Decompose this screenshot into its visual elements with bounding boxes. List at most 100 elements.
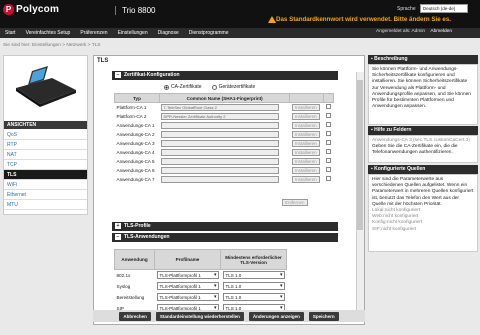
- cert-type: Anwendungs-CA 5: [116, 158, 155, 164]
- warning-icon: [268, 16, 276, 23]
- col-application: Anwendung: [114, 249, 155, 270]
- install-button[interactable]: Installieren: [291, 121, 320, 129]
- cert-common-name-field[interactable]: DPR-Nessler Zertifikate Authority 2: [161, 112, 280, 120]
- tls-apps-table: Anwendung Profilname Mindestens erforder…: [114, 249, 287, 314]
- cert-common-name-field[interactable]: [161, 166, 280, 174]
- app-name: 802.1x: [116, 272, 131, 278]
- sidebar-item-mtu[interactable]: MTU: [4, 200, 87, 210]
- cert-checkbox[interactable]: [325, 167, 331, 172]
- nav-preferences[interactable]: Präferenzen: [75, 30, 112, 36]
- left-sidebar: ANSICHTEN QoS RTP NAT TCP TLS WiFi Ether…: [3, 55, 88, 215]
- cert-common-name-field[interactable]: [161, 157, 280, 165]
- sidebar-item-nat[interactable]: NAT: [4, 150, 87, 160]
- cert-row: Anwendungs-CA 2 Installieren: [115, 130, 334, 139]
- cert-common-name-field[interactable]: [161, 139, 280, 147]
- cert-type-radios: CA-Zertifikate Gerätezertifikate: [164, 84, 255, 90]
- polycom-mark-icon: P: [3, 4, 14, 15]
- nav-utilities[interactable]: Dienstprogramme: [184, 30, 234, 36]
- profile-select[interactable]: TLS-Plattformprofil 1: [156, 293, 219, 301]
- remove-button[interactable]: Entfernen: [282, 199, 308, 206]
- cert-checkbox[interactable]: [325, 140, 331, 145]
- cert-checkbox[interactable]: [325, 149, 331, 154]
- col-check: [323, 93, 334, 103]
- cert-checkbox[interactable]: [325, 113, 331, 118]
- sources-body: Hier sind die Parameterwerte aus verschi…: [368, 174, 478, 252]
- cert-type: Anwendungs-CA 4: [116, 149, 155, 155]
- logout-link[interactable]: Abmelden: [430, 29, 452, 34]
- nav-start[interactable]: Start: [0, 30, 21, 36]
- cert-checkbox[interactable]: [325, 158, 331, 163]
- page-title: TLS: [94, 56, 364, 66]
- cert-common-name-field[interactable]: [161, 175, 280, 183]
- scrollbar-thumb[interactable]: [357, 80, 363, 230]
- cert-type: Anwendungs-CA 7: [116, 176, 155, 182]
- sidebar-item-wifi[interactable]: WiFi: [4, 180, 87, 190]
- sidebar-item-rtp[interactable]: RTP: [4, 140, 87, 150]
- nav-simple-setup[interactable]: Vereinfachtes Setup: [21, 30, 76, 36]
- install-button[interactable]: Installieren: [291, 175, 320, 183]
- action-bar: Abbrechen Standardeinstellung wiederhers…: [93, 310, 365, 322]
- tls-profiles-header[interactable]: + TLS-Profile: [112, 222, 338, 231]
- tls-version-select[interactable]: TLS 1.0: [222, 271, 285, 280]
- tls-version-select[interactable]: TLS 1.0: [222, 282, 285, 290]
- cert-type: Anwendungs-CA 1: [116, 122, 155, 128]
- profile-select[interactable]: TLS-Plattformprofil 1: [156, 271, 219, 280]
- profile-select[interactable]: TLS-Plattformprofil 1: [156, 282, 219, 290]
- cancel-button[interactable]: Abbrechen: [119, 311, 151, 321]
- install-button[interactable]: Installieren: [291, 166, 320, 174]
- cert-common-name-field[interactable]: T-TeleSec GlobalRoot Class 2: [161, 103, 280, 111]
- cert-row: Anwendungs-CA 4 Installieren: [115, 148, 334, 157]
- radio-device-certs[interactable]: Gerätezertifikate: [211, 84, 255, 90]
- app-name: Bereitstellung: [116, 294, 145, 300]
- cert-checkbox[interactable]: [325, 131, 331, 136]
- help-field-text: Geben Sie die CA-Zertifikate ein, die di…: [372, 144, 458, 156]
- radio-ca-certs[interactable]: CA-Zertifikate: [164, 84, 202, 90]
- collapse-icon: −: [115, 72, 121, 78]
- cert-row: Anwendungs-CA 5 Installieren: [115, 157, 334, 166]
- radio-selected-icon: [164, 84, 169, 90]
- col-common-name: Common Name (SHA1-Fingerprint): [158, 93, 291, 103]
- cert-checkbox[interactable]: [325, 104, 331, 110]
- install-button[interactable]: Installieren: [291, 139, 320, 147]
- install-button[interactable]: Installieren: [291, 112, 320, 120]
- language-select[interactable]: Deutsch (de-de): [420, 4, 468, 13]
- tls-apps-header[interactable]: − TLS-Anwendungen: [112, 233, 338, 242]
- cert-type: Plattform-CA 1: [116, 104, 147, 110]
- sidebar-item-qos[interactable]: QoS: [4, 130, 87, 140]
- main-panel: TLS − Zertifikat-Konfiguration CA-Zertifi…: [93, 55, 365, 325]
- col-install: [289, 93, 325, 103]
- description-text: Sie können Plattform- und Anwendungs-Sic…: [368, 64, 478, 125]
- nav-settings[interactable]: Einstellungen: [113, 30, 153, 36]
- tls-version-select[interactable]: TLS 1.0: [222, 293, 285, 301]
- restore-defaults-button[interactable]: Standardeinstellung wiederherstellen: [155, 311, 244, 321]
- install-button[interactable]: Installieren: [291, 157, 320, 165]
- cert-common-name-field[interactable]: [161, 121, 280, 129]
- cert-checkbox[interactable]: [325, 176, 331, 181]
- app-name: Syslog: [116, 283, 131, 289]
- install-button[interactable]: Installieren: [291, 103, 320, 111]
- install-button[interactable]: Installieren: [291, 130, 320, 138]
- cert-table: Typ Common Name (SHA1-Fingerprint) Platt…: [114, 93, 334, 184]
- breadcrumb: Sie sind hier: Einstellungen > Netzwerk …: [3, 43, 101, 48]
- cert-checkbox[interactable]: [325, 122, 331, 127]
- brand-name: Polycom: [16, 4, 60, 15]
- cert-common-name-field[interactable]: [161, 148, 280, 156]
- cert-row: Plattform-CA 2 DPR-Nessler Zertifikate Au…: [115, 112, 334, 121]
- sidebar-item-tls[interactable]: TLS: [4, 170, 87, 180]
- cert-config-header[interactable]: − Zertifikat-Konfiguration: [112, 71, 338, 80]
- sidebar-item-ethernet[interactable]: Ethernet: [4, 190, 87, 200]
- cert-common-name-field[interactable]: [161, 130, 280, 138]
- save-button[interactable]: Speichern: [308, 311, 339, 321]
- views-heading: ANSICHTEN: [4, 121, 87, 129]
- tls-app-row: 802.1x TLS-Plattformprofil 1TLS 1.0: [115, 270, 287, 281]
- right-panel: ▪ Beschreibung Sie können Plattform- und…: [368, 55, 478, 325]
- sidebar-item-tcp[interactable]: TCP: [4, 160, 87, 170]
- col-type: Typ: [114, 93, 160, 103]
- show-changes-button[interactable]: Änderungen anzeigen: [248, 311, 304, 321]
- sources-header: ▪ Konfigurierte Quellen: [368, 165, 478, 174]
- install-button[interactable]: Installieren: [291, 148, 320, 156]
- field-help-body: Anwendungs-CA 3 (sec.TLS.customCaCert.3)…: [368, 135, 478, 163]
- nav-diagnostics[interactable]: Diagnose: [153, 30, 184, 36]
- password-warning: Das Standardkennwort wird verwendet. Bit…: [276, 16, 452, 23]
- cert-type: Anwendungs-CA 2: [116, 131, 155, 137]
